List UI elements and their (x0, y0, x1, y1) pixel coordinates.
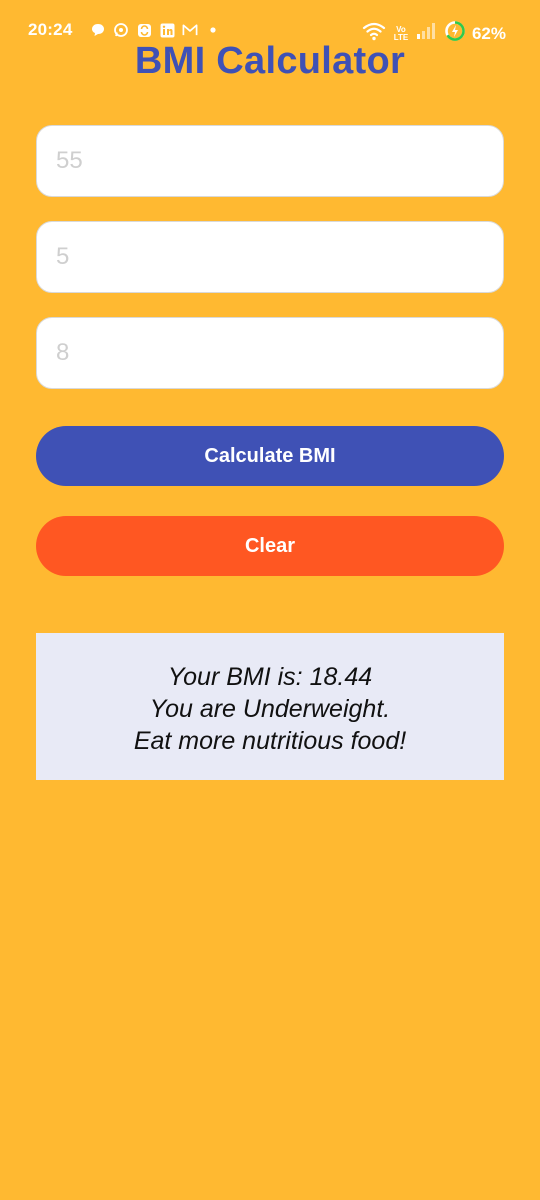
bmi-value-text: Your BMI is: 18.44 (167, 663, 373, 691)
height-feet-input[interactable] (36, 221, 504, 293)
weight-input[interactable] (36, 125, 504, 197)
result-card: Your BMI is: 18.44 You are Underweight. … (36, 633, 504, 780)
page-title: BMI Calculator (134, 40, 406, 82)
linkedin-icon (159, 22, 175, 38)
notification-icons (90, 22, 221, 38)
bmi-category-text: You are Underweight. (149, 695, 391, 723)
dot-icon (205, 22, 221, 38)
chat-bubble-icon (90, 22, 106, 38)
gmail-icon (182, 22, 198, 38)
status-time: 20:24 (28, 20, 73, 39)
bmi-advice-text: Eat more nutritious food! (133, 727, 407, 755)
height-inches-input[interactable] (36, 317, 504, 389)
calculate-bmi-button[interactable]: Calculate BMI (36, 426, 504, 486)
clear-button[interactable]: Clear (36, 516, 504, 576)
whatsapp-icon (113, 22, 129, 38)
sync-app-icon (136, 22, 152, 38)
